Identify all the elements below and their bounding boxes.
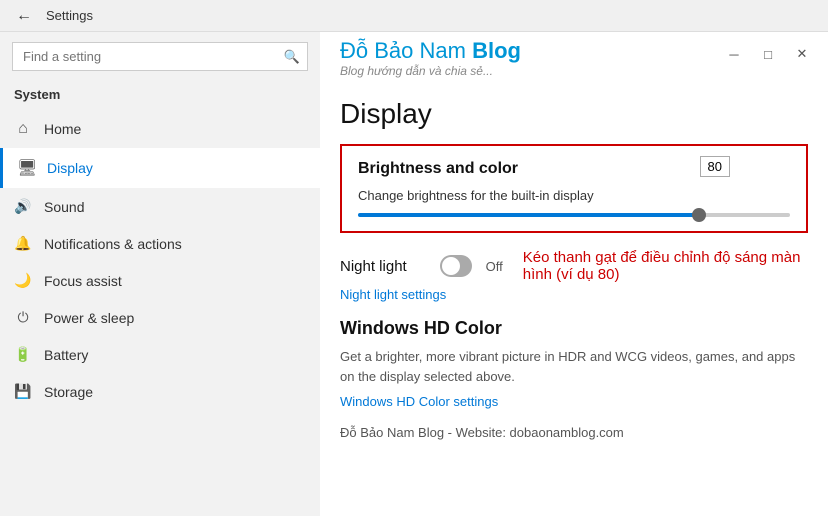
hd-color-settings-link[interactable]: Windows HD Color settings — [340, 394, 808, 409]
battery-icon: 🔋 — [14, 346, 32, 363]
brightness-value: 80 — [700, 156, 730, 177]
sidebar-item-label-display: Display — [47, 160, 93, 176]
maximize-button[interactable]: □ — [752, 42, 784, 66]
content-area: Đỗ Bảo Nam Blog Blog hướng dẫn và chia s… — [320, 32, 828, 516]
close-icon: ✕ — [797, 46, 808, 62]
window-controls: ─ □ ✕ — [718, 42, 818, 66]
sidebar-item-storage[interactable]: 💾 Storage — [0, 373, 320, 410]
night-light-label: Night light — [340, 258, 420, 275]
sidebar-item-label-storage: Storage — [44, 384, 93, 400]
sidebar-item-label-battery: Battery — [44, 347, 88, 363]
sidebar-item-label-power: Power & sleep — [44, 310, 134, 326]
page-title: Display — [340, 98, 808, 130]
brightness-desc: Change brightness for the built-in displ… — [358, 188, 790, 203]
sidebar-item-sound[interactable]: 🔊 Sound — [0, 188, 320, 225]
titlebar-title: Settings — [46, 8, 93, 23]
power-icon: ⏻ — [14, 309, 32, 326]
hd-color-title: Windows HD Color — [340, 318, 808, 339]
main-layout: 🔍 System ⌂ Home 🖥 Display 🔊 Sound 🔔 Noti… — [0, 32, 828, 516]
blog-subtitle: Blog hướng dẫn và chia sẻ... — [340, 64, 521, 78]
back-icon: ← — [16, 7, 32, 25]
minimize-button[interactable]: ─ — [718, 42, 750, 66]
sidebar-item-home[interactable]: ⌂ Home — [0, 110, 320, 148]
brightness-slider-container — [358, 213, 790, 217]
toggle-knob — [442, 257, 460, 275]
brightness-box: Brightness and color 80 Change brightnes… — [340, 144, 808, 233]
sidebar-item-label: Home — [44, 121, 81, 137]
sidebar-search-container: 🔍 — [12, 42, 308, 71]
blog-watermark: Đỗ Bảo Nam Blog - Website: dobaonamblog.… — [340, 425, 808, 440]
storage-icon: 💾 — [14, 383, 32, 400]
night-light-annotation: Kéo thanh gạt để điều chỉnh độ sáng màn … — [523, 249, 808, 283]
blog-title: Đỗ Bảo Nam Blog — [340, 38, 521, 64]
search-input[interactable] — [12, 42, 308, 71]
maximize-icon: □ — [764, 47, 772, 62]
search-icon: 🔍 — [284, 49, 300, 65]
night-light-toggle[interactable] — [440, 255, 472, 277]
sidebar-item-power[interactable]: ⏻ Power & sleep — [0, 299, 320, 336]
sidebar-item-focus[interactable]: 🌙 Focus assist — [0, 262, 320, 299]
display-icon: 🖥 — [17, 158, 35, 178]
blog-header: Đỗ Bảo Nam Blog Blog hướng dẫn và chia s… — [340, 38, 521, 78]
close-button[interactable]: ✕ — [786, 42, 818, 66]
sidebar-item-label-focus: Focus assist — [44, 273, 122, 289]
sidebar-section-title: System — [0, 83, 320, 110]
night-light-settings-link[interactable]: Night light settings — [340, 287, 808, 302]
sound-icon: 🔊 — [14, 198, 32, 215]
sidebar-item-battery[interactable]: 🔋 Battery — [0, 336, 320, 373]
back-button[interactable]: ← — [10, 2, 38, 30]
sidebar-item-display[interactable]: 🖥 Display — [0, 148, 320, 188]
minimize-icon: ─ — [729, 47, 738, 62]
notifications-icon: 🔔 — [14, 235, 32, 252]
brightness-title: Brightness and color — [358, 160, 518, 178]
sidebar: 🔍 System ⌂ Home 🖥 Display 🔊 Sound 🔔 Noti… — [0, 32, 320, 516]
sidebar-item-label-sound: Sound — [44, 199, 84, 215]
titlebar: ← Settings — [0, 0, 828, 32]
night-light-state: Off — [486, 259, 503, 274]
sidebar-item-label-notifications: Notifications & actions — [44, 236, 182, 252]
blog-header-area: Đỗ Bảo Nam Blog Blog hướng dẫn và chia s… — [320, 32, 828, 82]
page-content: Display Brightness and color 80 Change b… — [320, 82, 828, 516]
focus-icon: 🌙 — [14, 272, 32, 289]
blog-title-plain: Đỗ Bảo Nam — [340, 38, 472, 63]
hd-color-desc: Get a brighter, more vibrant picture in … — [340, 347, 808, 386]
home-icon: ⌂ — [14, 120, 32, 138]
blog-title-bold: Blog — [472, 38, 521, 63]
sidebar-item-notifications[interactable]: 🔔 Notifications & actions — [0, 225, 320, 262]
night-light-row: Night light Off Kéo thanh gạt để điều ch… — [340, 249, 808, 283]
